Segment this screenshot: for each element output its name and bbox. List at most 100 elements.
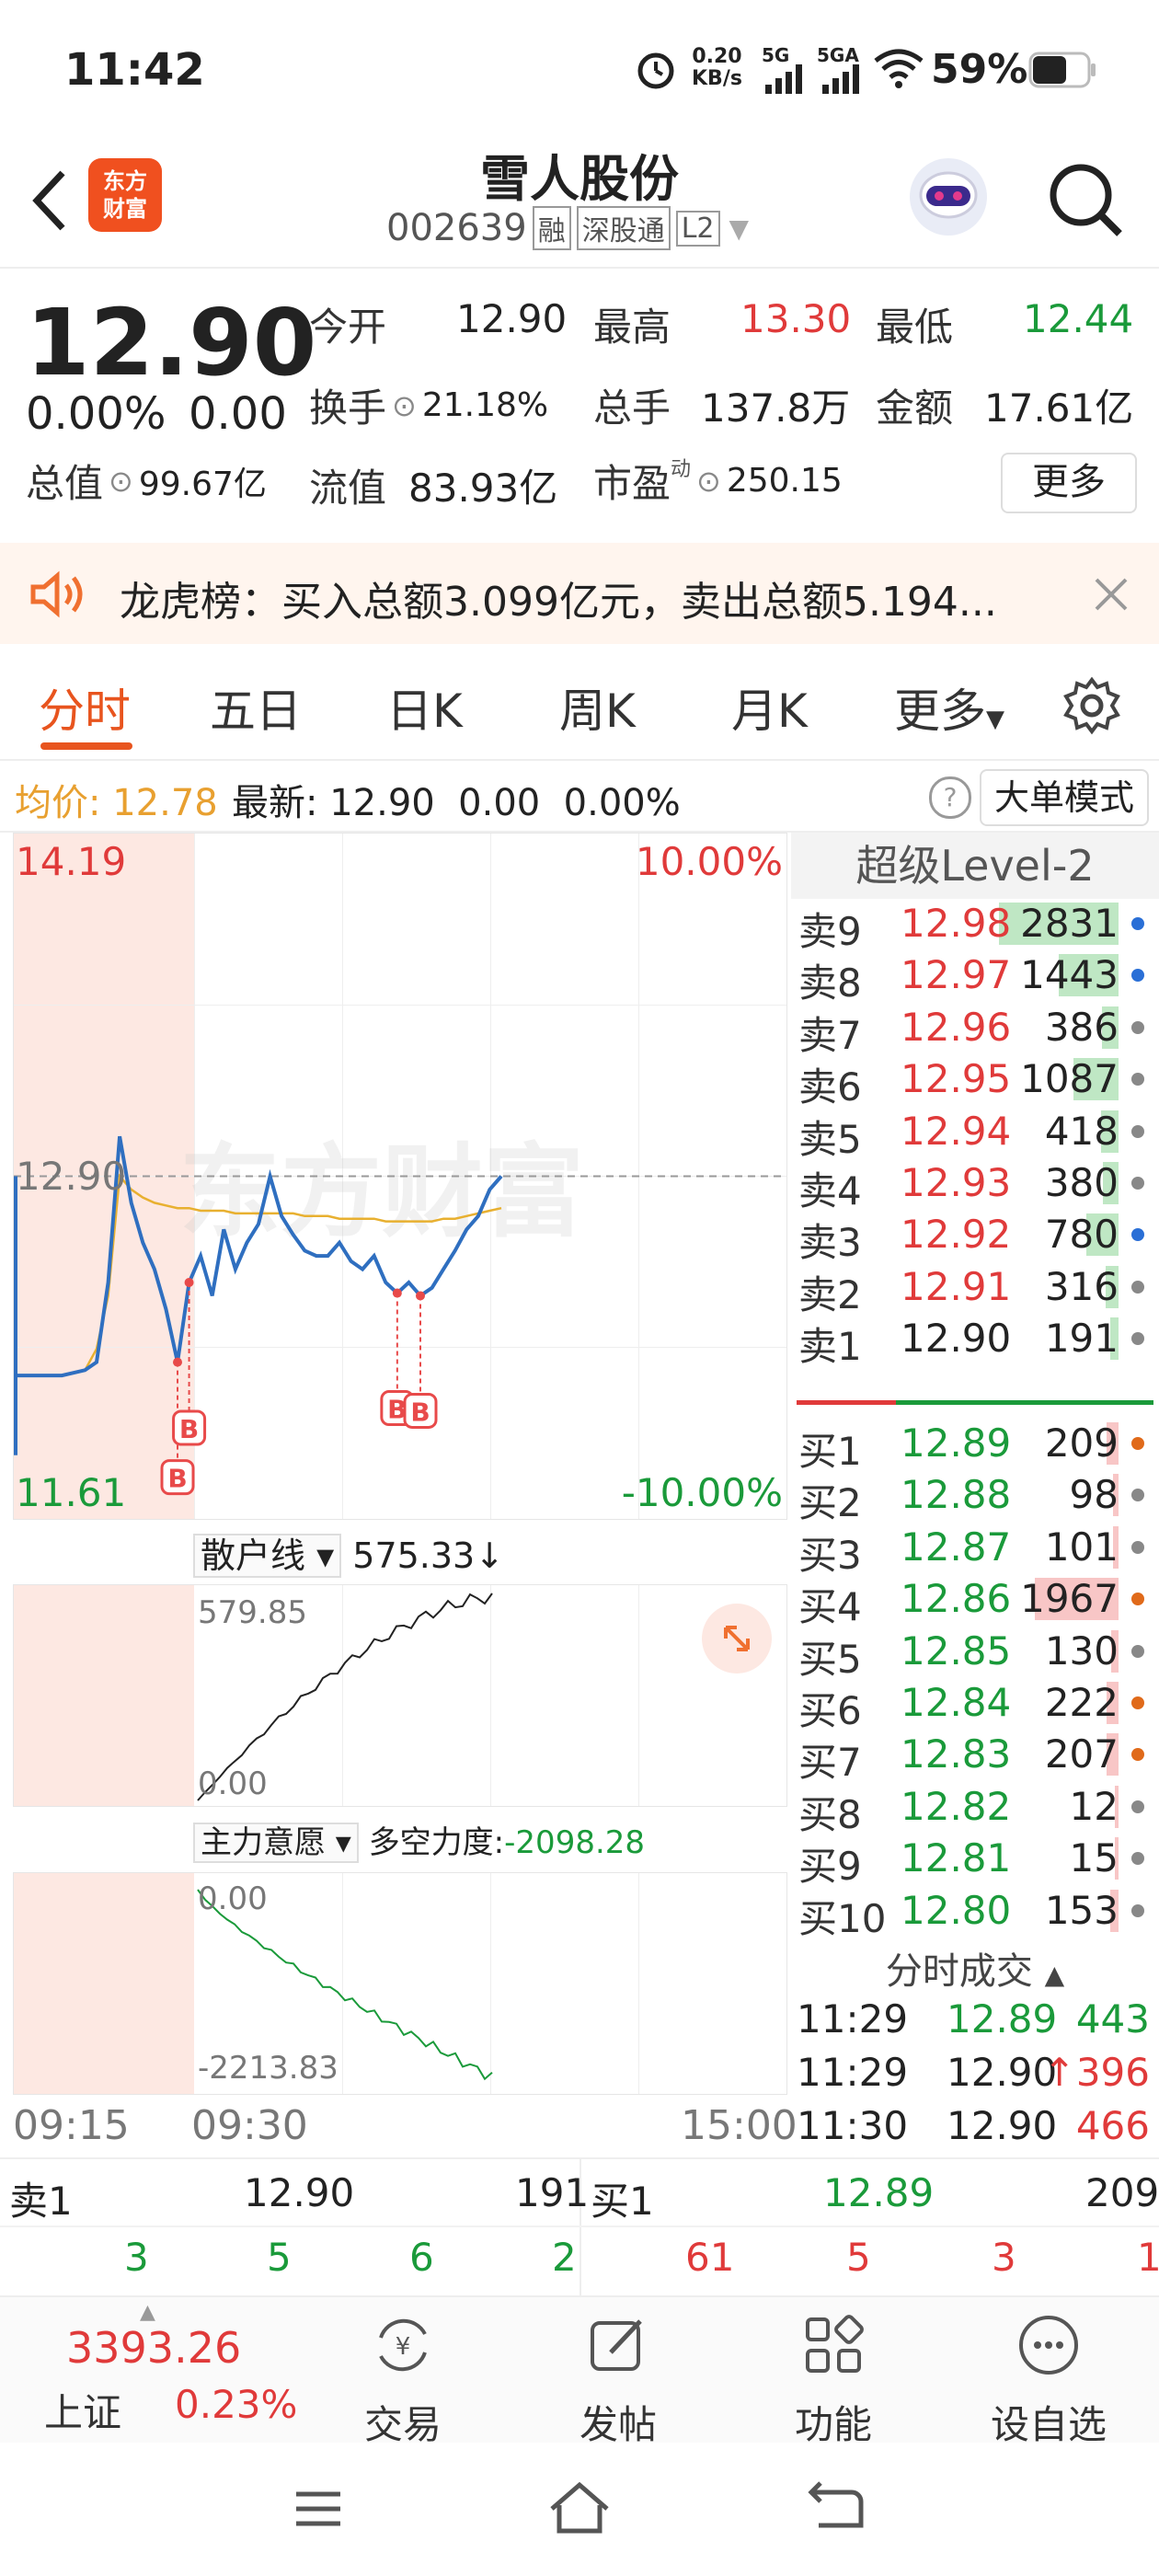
- order-dot-icon: [1131, 1696, 1144, 1709]
- buy-marker[interactable]: B: [179, 1414, 199, 1444]
- intraday-chart[interactable]: 东方财富 BBBB 14.19 12.90 11.61 10.00% -10.0…: [13, 833, 787, 1520]
- order-dot-icon: [1131, 917, 1144, 930]
- buy-marker[interactable]: B: [410, 1397, 430, 1427]
- robot-avatar-icon[interactable]: [906, 155, 991, 243]
- gear-icon[interactable]: [1062, 676, 1121, 739]
- bid-row[interactable]: 买5 12.85 130: [795, 1625, 1153, 1682]
- back-icon[interactable]: [806, 2479, 865, 2538]
- ask-row[interactable]: 卖8 12.97 1443: [795, 949, 1153, 1006]
- bid-row[interactable]: 买6 12.84 222: [795, 1676, 1153, 1733]
- level-price: 12.85: [901, 1627, 1012, 1673]
- price-line-chart: BBB B: [14, 1135, 786, 1496]
- high-value: 13.30: [740, 296, 852, 341]
- notice-bar[interactable]: 龙虎榜：买入总额3.099亿元，卖出总额5.194...: [0, 543, 1159, 644]
- search-icon[interactable]: [1044, 158, 1127, 245]
- nav-trade[interactable]: ¥ 交易: [320, 2297, 486, 2447]
- ask-bid-divider-red: [797, 1400, 896, 1405]
- tab-more[interactable]: 更多▼: [894, 674, 1004, 741]
- order-dot-icon: [1131, 1020, 1144, 1034]
- bid-row[interactable]: 买7 12.83 207: [795, 1728, 1153, 1785]
- help-icon[interactable]: ?: [929, 776, 971, 819]
- bid-row[interactable]: 买8 12.82 12: [795, 1780, 1153, 1837]
- bid-row[interactable]: 买9 12.81 15: [795, 1832, 1153, 1889]
- low-value: 12.44: [1023, 296, 1134, 341]
- nav-functions[interactable]: 功能: [751, 2297, 916, 2447]
- level-price: 12.91: [901, 1263, 1012, 1309]
- nav-add-watchlist[interactable]: 设自选: [966, 2297, 1131, 2447]
- connect-tag: 深股通: [576, 206, 671, 250]
- nav-post[interactable]: 发帖: [535, 2297, 701, 2447]
- big-order-mode-button[interactable]: 大单模式: [980, 769, 1149, 826]
- main-force-selector[interactable]: 主力意愿 ▾: [193, 1823, 359, 1863]
- latest-pct: 0.00%: [563, 782, 681, 824]
- bid-row[interactable]: 买4 12.86 1967: [795, 1572, 1153, 1629]
- bid-row[interactable]: 买3 12.87 101: [795, 1521, 1153, 1578]
- retail-line-selector[interactable]: 散户线 ▾: [193, 1534, 342, 1578]
- order-dot-icon: [1131, 1489, 1144, 1502]
- level-price: 12.80: [901, 1887, 1012, 1933]
- ask-row[interactable]: 卖9 12.98 2831: [795, 897, 1153, 954]
- level-price: 12.97: [901, 952, 1012, 998]
- signal-icon: [763, 63, 808, 98]
- more-circle-icon: [1019, 2316, 1078, 2375]
- ticks-title[interactable]: 分时成交 ▲: [791, 1941, 1159, 1995]
- nav-post-label: 发帖: [579, 2402, 657, 2447]
- order-dot-icon: [1131, 1800, 1144, 1813]
- level-price: 12.93: [901, 1160, 1012, 1205]
- expand-icon[interactable]: [702, 1604, 772, 1673]
- ask-row[interactable]: 卖7 12.96 386: [795, 1001, 1153, 1058]
- pe-row: 市盈 动 ⊙ 250.15: [593, 453, 843, 509]
- info-icon[interactable]: ⊙: [696, 464, 721, 499]
- latest-change: 0.00: [458, 782, 541, 824]
- retail-line-chart[interactable]: 579.85 0.00: [13, 1584, 787, 1807]
- ask-row[interactable]: 卖1 12.90 191: [795, 1312, 1153, 1369]
- home-icon[interactable]: [546, 2478, 613, 2538]
- edit-icon: [591, 2319, 642, 2371]
- level-volume: 98: [1069, 1472, 1119, 1518]
- ask-row[interactable]: 卖5 12.94 418: [795, 1105, 1153, 1162]
- menu-icon[interactable]: [291, 2481, 346, 2536]
- main-force-chart[interactable]: 0.00 -2213.83: [13, 1872, 787, 2095]
- stock-code-row: 002639 融 深股通 L2 ▼: [386, 206, 749, 250]
- pe-value: 250.15: [726, 462, 843, 500]
- order-book-title[interactable]: 超级Level-2: [791, 833, 1159, 899]
- retail-axis-bottom: 0.00: [198, 1765, 268, 1802]
- level-volume: 316: [1044, 1263, 1119, 1309]
- info-icon[interactable]: ⊙: [392, 388, 417, 423]
- ask-row[interactable]: 卖6 12.95 1087: [795, 1052, 1153, 1110]
- time-label-start: 09:15: [13, 2102, 130, 2149]
- retail-line-header[interactable]: 散户线 ▾ 575.33↓: [193, 1527, 504, 1578]
- sell-count: 6: [409, 2235, 434, 2280]
- axis-mid-price: 12.90: [16, 1154, 127, 1199]
- tab-intraday[interactable]: 分时: [39, 674, 131, 741]
- tab-five-day[interactable]: 五日: [210, 674, 302, 741]
- level-volume: 15: [1069, 1835, 1119, 1881]
- level-tag: L2: [675, 210, 720, 247]
- dropdown-arrow-icon[interactable]: ▼: [729, 213, 750, 244]
- more-button[interactable]: 更多: [1001, 453, 1137, 513]
- buy-marker[interactable]: B: [167, 1464, 187, 1494]
- ask-row[interactable]: 卖2 12.91 316: [795, 1260, 1153, 1317]
- quote-panel: 12.90 0.00% 0.00 总值 ⊙ 99.67亿 今开 12.90 最高…: [0, 269, 1159, 535]
- index-widget[interactable]: ▲ 3393.26 上证 0.23%: [37, 2297, 304, 2444]
- tab-monthly-k[interactable]: 月K: [731, 674, 808, 741]
- axis-bottom-pct: -10.00%: [621, 1470, 783, 1515]
- bid-row[interactable]: 买10 12.80 153: [795, 1884, 1153, 1941]
- change-value: 0.00: [189, 388, 287, 440]
- close-icon[interactable]: [1093, 576, 1130, 616]
- order-dot-icon: [1131, 1228, 1144, 1242]
- ask-row[interactable]: 卖3 12.92 780: [795, 1208, 1153, 1265]
- bid-row[interactable]: 买2 12.88 98: [795, 1468, 1153, 1525]
- bid-row[interactable]: 买1 12.89 209: [795, 1417, 1153, 1474]
- last-price: 12.90: [26, 289, 317, 397]
- total-value-row: 总值 ⊙ 99.67亿: [26, 453, 267, 509]
- info-icon[interactable]: ⊙: [109, 464, 133, 499]
- tab-weekly-k[interactable]: 周K: [559, 674, 636, 741]
- main-force-header[interactable]: 主力意愿 ▾ 多空力度:-2098.28: [193, 1817, 645, 1863]
- latest-price: 12.90: [329, 782, 435, 824]
- turnover-label: 换手: [309, 385, 387, 431]
- volume-label: 总手: [593, 385, 671, 431]
- float-label: 流值: [309, 466, 387, 511]
- tab-daily-k[interactable]: 日K: [386, 674, 463, 741]
- ask-row[interactable]: 卖4 12.93 380: [795, 1156, 1153, 1213]
